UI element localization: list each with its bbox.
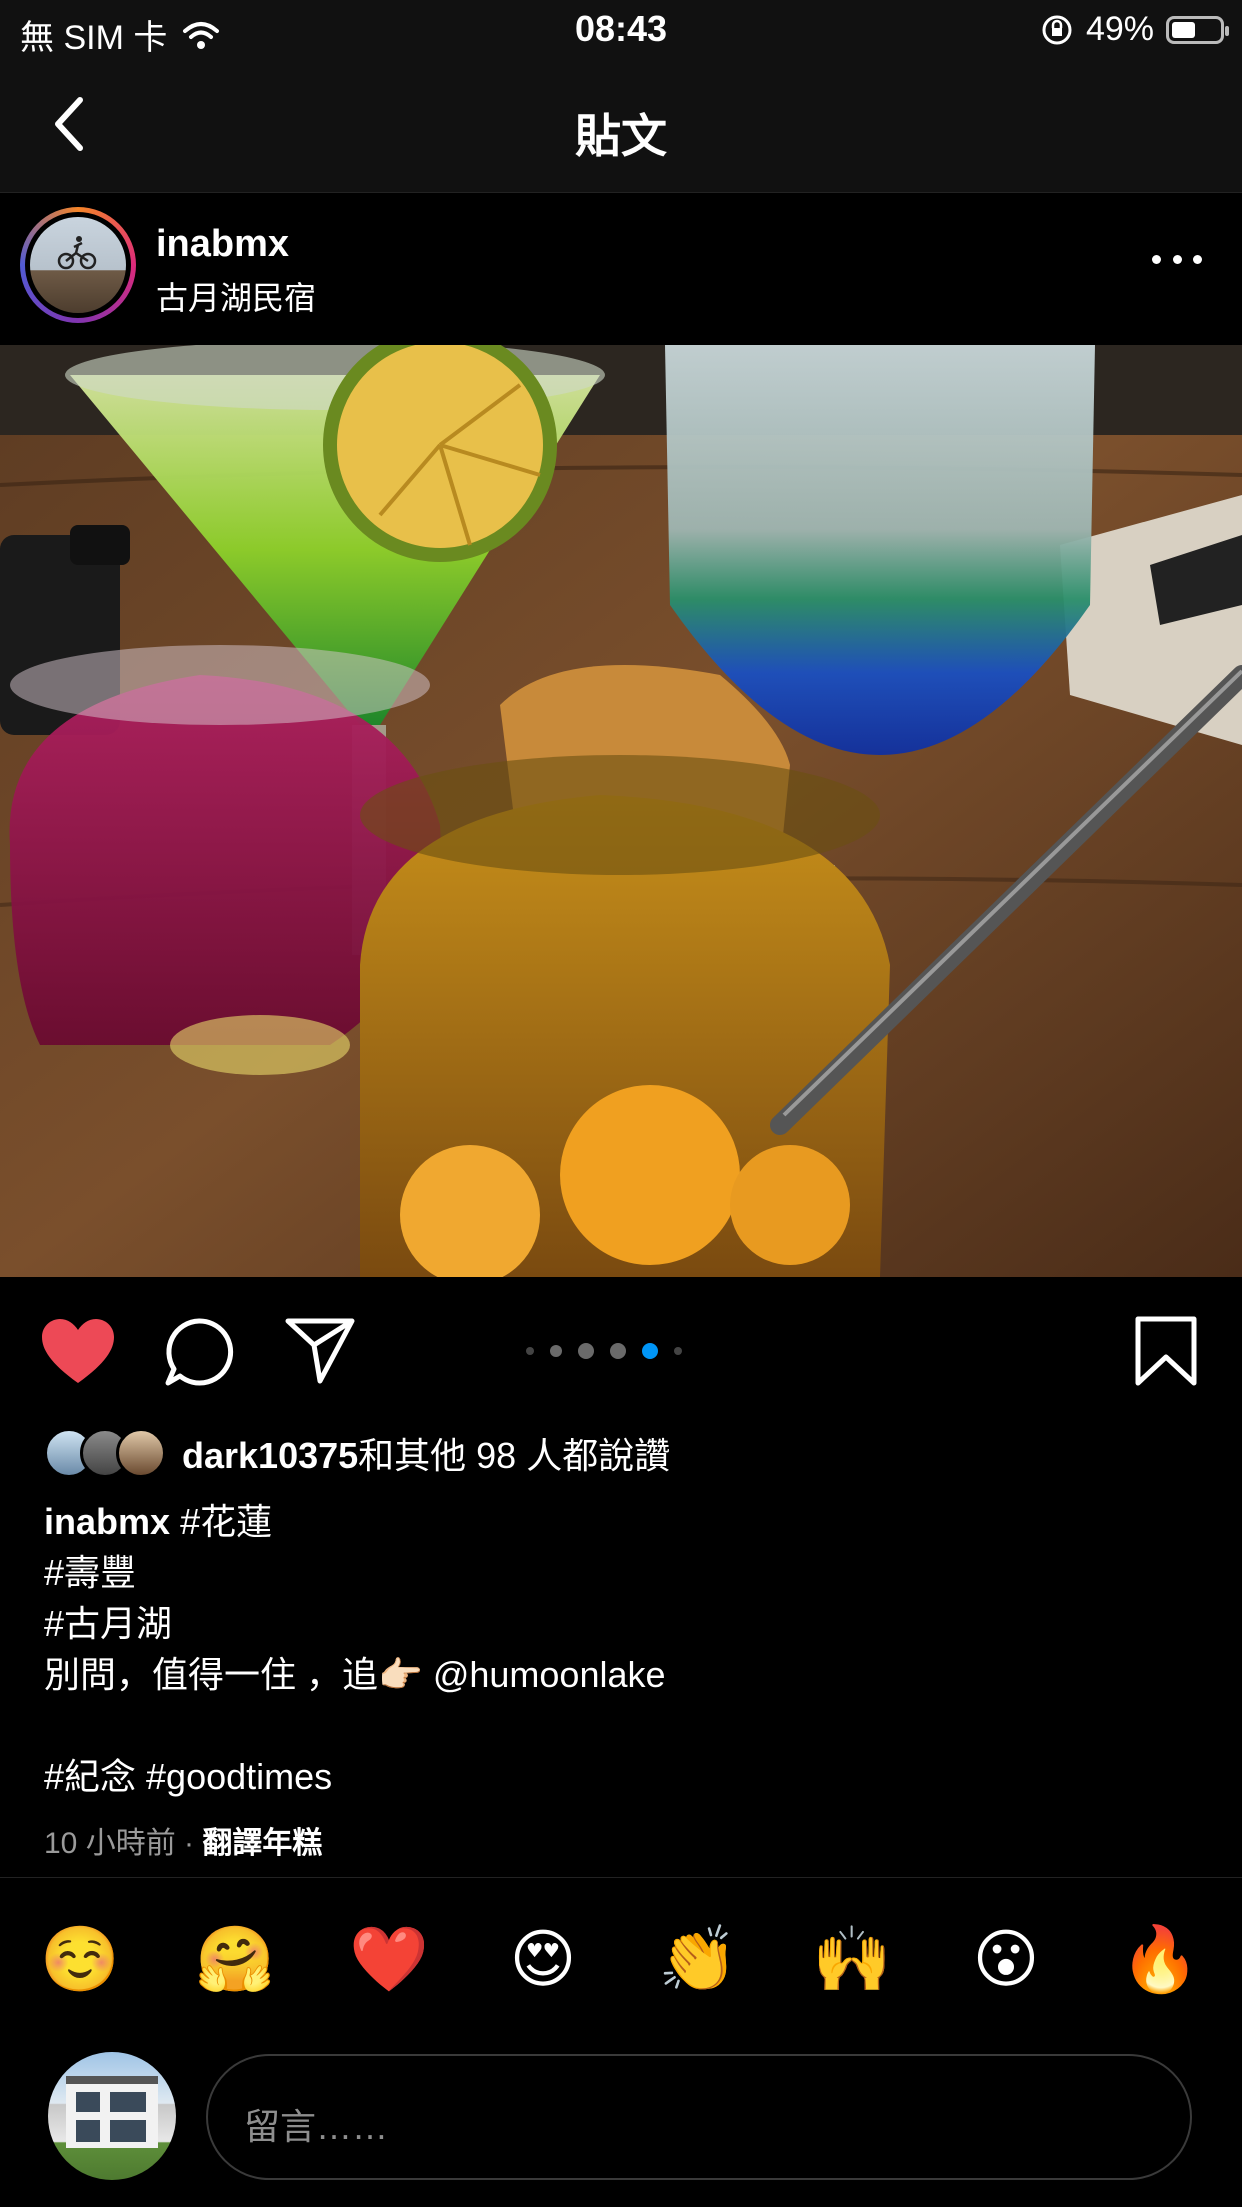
caption-username[interactable]: inabmx [44,1501,170,1542]
more-dot-icon [1172,255,1182,264]
post-location[interactable]: 古月湖民宿 [156,273,316,319]
author-username[interactable]: inabmx [156,223,289,266]
caption-line: inabmx #花蓮 [44,1496,1194,1547]
more-options-button[interactable] [1152,255,1202,271]
caption-hashtag[interactable]: #古月湖 [44,1598,1194,1649]
post-meta: 10 小時前 · 翻譯年糕 [44,1818,322,1862]
cocktails-photo [0,345,1242,1277]
translate-link[interactable]: 翻譯年糕 [202,1827,322,1860]
caption-text: 別問，值得一住 ，追👉🏻 @humoonlake [44,1654,666,1695]
carousel-dot-active [642,1343,658,1359]
heart-icon [42,1319,114,1383]
carousel-dot [610,1343,626,1359]
comment-button[interactable] [164,1317,234,1392]
battery-icon [1166,15,1229,44]
nav-bar: 貼文 [0,62,1242,193]
battery-percent: 49% [1085,10,1154,48]
reaction-surprised-emoji[interactable]: 😮 [966,1920,1046,2000]
comment-bubble-icon [165,1318,234,1386]
post-timestamp: 10 小時前 [44,1827,176,1860]
bookmark-icon [1135,1316,1197,1386]
quick-reactions: ☺️ 🤗 ❤️ 😍 👏 🙌 😮 🔥 [0,1920,1242,2000]
reaction-smiling-emoji[interactable]: ☺️ [40,1920,120,2000]
author-avatar[interactable] [20,207,136,323]
reaction-heart-emoji[interactable]: ❤️ [349,1920,429,2000]
reaction-clap-emoji[interactable]: 👏 [658,1920,738,2000]
status-bar: 無 SIM 卡 08:43 49% [0,0,1242,62]
share-button[interactable] [284,1315,356,1392]
bmx-rider-icon [57,236,97,270]
house-photo [66,2076,158,2148]
post-photo[interactable] [0,345,1242,1277]
liker-username[interactable]: dark10375 [182,1435,358,1476]
carousel-dot [578,1343,594,1359]
caption-hashtags[interactable]: #紀念 #goodtimes [44,1751,1194,1802]
caption-hashtag[interactable]: #花蓮 [180,1501,272,1542]
rotation-lock-icon [1042,15,1072,44]
carousel-indicator [526,1343,682,1359]
likes-text: dark10375和其他 98 人都說讚 [182,1427,670,1479]
reaction-fire-emoji[interactable]: 🔥 [1120,1920,1200,2000]
meta-separator: · [175,1827,203,1860]
page-title: 貼文 [575,110,667,162]
more-dot-icon [1152,255,1161,264]
reaction-heart-eyes-emoji[interactable]: 😍 [503,1920,583,2000]
carousel-dot [526,1347,534,1355]
carousel-dot [550,1345,562,1357]
post-header: inabmx 古月湖民宿 [0,193,1242,345]
more-dot-icon [1193,255,1202,264]
comment-input[interactable]: 留言…… [206,2054,1192,2180]
caption-hashtag[interactable]: #壽豐 [44,1547,1194,1598]
current-user-avatar [48,2052,176,2180]
like-button[interactable] [40,1317,116,1392]
post-caption: inabmx #花蓮 #壽豐 #古月湖 別問，值得一住 ，追👉🏻 @humoon… [44,1496,1194,1802]
likes-summary[interactable]: dark10375和其他 98 人都說讚 [44,1423,670,1483]
likes-count-text: 和其他 98 人都說讚 [358,1435,671,1476]
liker-avatar [116,1428,166,1478]
paper-plane-icon [285,1318,355,1384]
reaction-hugging-emoji[interactable]: 🤗 [195,1920,275,2000]
carousel-dot [674,1347,682,1355]
divider [0,1877,1242,1878]
comment-placeholder: 留言…… [244,2106,389,2147]
reaction-raised-hands-emoji[interactable]: 🙌 [812,1920,892,2000]
save-button[interactable] [1134,1315,1198,1392]
status-right: 49% [1040,10,1229,49]
